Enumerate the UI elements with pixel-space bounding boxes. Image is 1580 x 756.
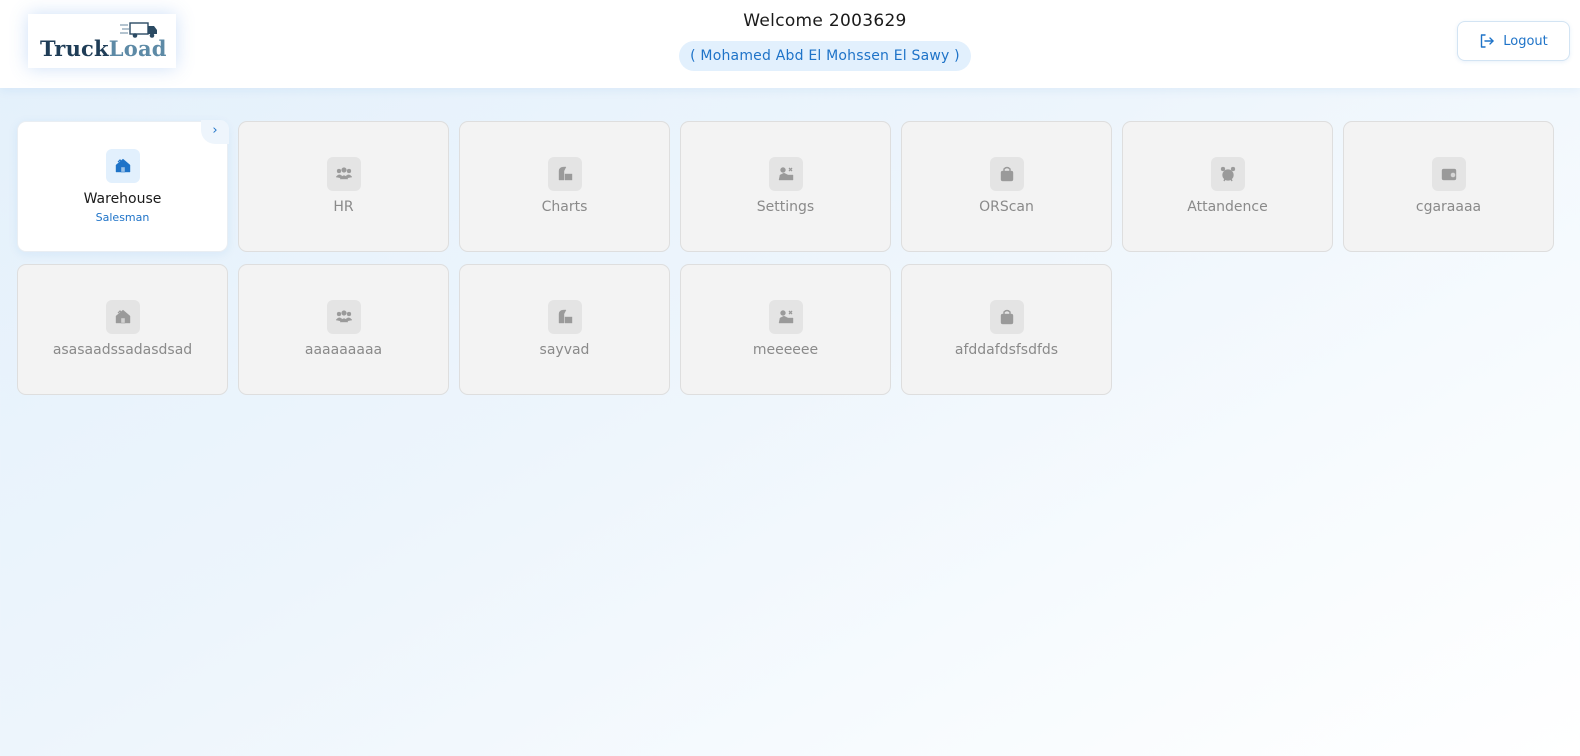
module-tile-sayvad[interactable]: sayvad <box>459 264 670 395</box>
logout-button[interactable]: Logout <box>1457 21 1570 61</box>
module-icon-container <box>106 300 140 334</box>
module-label: Charts <box>541 199 588 215</box>
module-icon-container <box>327 157 361 191</box>
chevron-right-icon[interactable]: › <box>201 120 229 144</box>
people-icon <box>335 310 353 323</box>
module-icon-container <box>1432 157 1466 191</box>
warehouse-icon <box>115 158 131 173</box>
module-label: Attandence <box>1187 199 1268 215</box>
settings-icon <box>778 310 794 324</box>
module-icon-container <box>769 300 803 334</box>
module-tile-settings[interactable]: Settings <box>680 121 891 252</box>
module-tile-asasaadssadasdsad[interactable]: asasaadssadasdsad <box>17 264 228 395</box>
settings-icon <box>778 167 794 181</box>
module-label: sayvad <box>539 342 590 358</box>
wallet-icon <box>1441 168 1457 181</box>
module-tile-attandence[interactable]: Attandence <box>1122 121 1333 252</box>
module-label: afddafdsfsdfds <box>954 342 1059 358</box>
module-tile-warehouse[interactable]: Warehouse Salesman › <box>17 120 229 252</box>
people-icon <box>335 167 353 180</box>
logo-wordmark: TruckLoad <box>40 36 167 61</box>
user-fullname-badge: ( Mohamed Abd El Mohssen El Sawy ) <box>679 41 971 71</box>
module-tile-afddafdsfsdfds[interactable]: afddafdsfsdfds <box>901 264 1112 395</box>
module-label: Settings <box>756 199 815 215</box>
logo-part-truck: Truck <box>40 36 109 61</box>
module-icon-container <box>990 157 1024 191</box>
module-label: ORScan <box>979 199 1034 215</box>
module-tile-meeeeee[interactable]: meeeeee <box>680 264 891 395</box>
module-label: Warehouse <box>83 191 162 207</box>
logout-label: Logout <box>1503 33 1548 49</box>
module-label: meeeeee <box>752 342 819 358</box>
bag-icon <box>1000 309 1014 325</box>
module-tile-aaaaaaaaa[interactable]: aaaaaaaaa <box>238 264 449 395</box>
module-tile-hr[interactable]: HR <box>238 121 449 252</box>
top-header: TruckLoad Welcome 2003629 ( Mohamed Abd … <box>0 0 1580 88</box>
module-label: asasaadssadasdsad <box>52 342 193 358</box>
logo-part-load: Load <box>108 36 167 61</box>
warehouse-icon <box>115 309 131 324</box>
module-icon-container <box>106 149 140 183</box>
module-icon-container <box>1211 157 1245 191</box>
module-icon-container <box>769 157 803 191</box>
module-tile-orscan[interactable]: ORScan <box>901 121 1112 252</box>
module-tile-cgaraaaa[interactable]: cgaraaaa <box>1343 121 1554 252</box>
chart-icon <box>558 166 573 181</box>
bag-icon <box>1000 166 1014 182</box>
module-icon-container <box>990 300 1024 334</box>
module-role-label: Salesman <box>95 211 150 224</box>
module-icon-container <box>327 300 361 334</box>
alarm-clock-icon <box>1220 166 1236 182</box>
module-label: HR <box>333 199 354 215</box>
module-icon-container <box>548 157 582 191</box>
chart-icon <box>558 309 573 324</box>
module-icon-container <box>548 300 582 334</box>
welcome-title: Welcome 2003629 <box>743 11 907 31</box>
module-tile-charts[interactable]: Charts <box>459 121 670 252</box>
logout-icon <box>1481 34 1494 48</box>
module-label: cgaraaaa <box>1415 199 1482 215</box>
module-label: aaaaaaaaa <box>304 342 383 358</box>
